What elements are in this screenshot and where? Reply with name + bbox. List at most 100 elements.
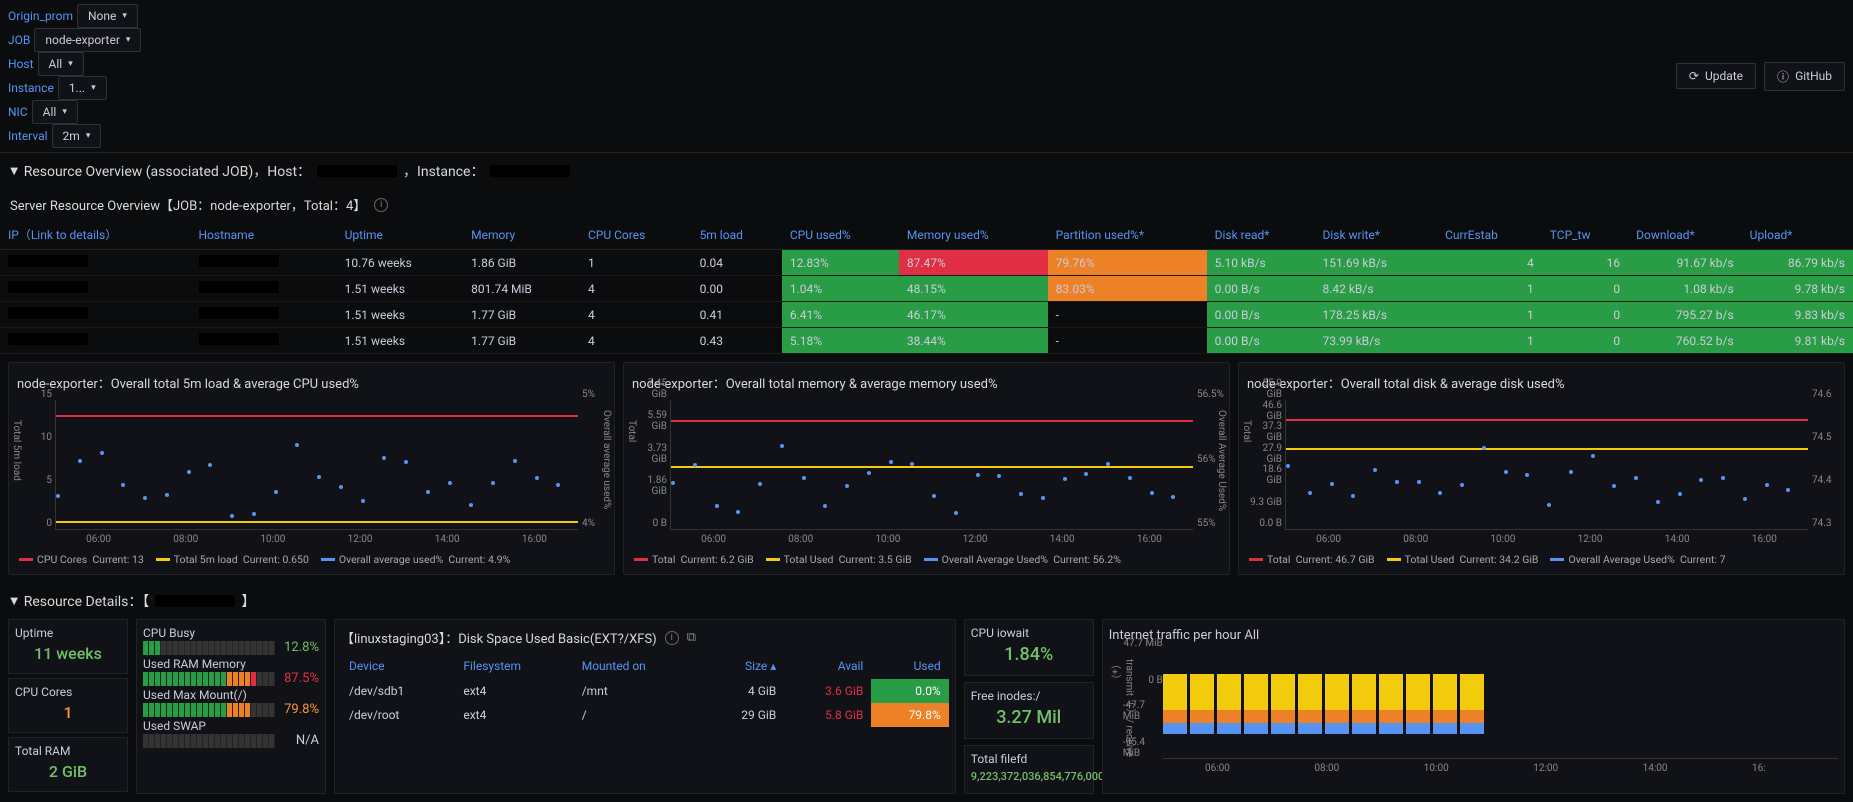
- info-icon[interactable]: i: [374, 198, 388, 212]
- col-header[interactable]: CurrEstab: [1437, 220, 1542, 250]
- external-link-icon[interactable]: ⧉: [687, 630, 696, 645]
- var-label-Instance: Instance: [8, 81, 54, 95]
- col-header[interactable]: Avail: [784, 653, 871, 679]
- chart-title: node-exporter：Overall total disk & avera…: [1245, 369, 1838, 400]
- table-row: /dev/rootext4/29 GiB 5.8 GiB 79.8%: [341, 703, 949, 727]
- col-header[interactable]: Device: [341, 653, 455, 679]
- ip-link[interactable]: [8, 333, 88, 345]
- col-header[interactable]: Disk write*: [1314, 220, 1437, 250]
- chevron-down-icon: ▾: [62, 107, 67, 117]
- traffic-bar: [1244, 674, 1268, 734]
- hostname: [199, 333, 279, 345]
- traffic-bar: [1271, 674, 1295, 734]
- legend-item[interactable]: Total 5m load Current: 0.650: [156, 553, 309, 566]
- traffic-bar: [1379, 674, 1403, 734]
- stat-side: CPU iowait1.84%: [964, 619, 1094, 676]
- col-header[interactable]: 5m load: [692, 220, 782, 250]
- gauge-label: Used Max Mount(/): [143, 688, 319, 702]
- table-row: 1.51 weeks1.77 GiB40.41 6.41% 46.17% - 0…: [0, 302, 1853, 328]
- gauge-label: CPU Busy: [143, 626, 319, 640]
- col-header[interactable]: CPU Cores: [580, 220, 692, 250]
- legend-item[interactable]: Total Current: 46.7 GiB: [1249, 553, 1375, 566]
- chart-title: node-exporter：Overall total memory & ave…: [630, 369, 1223, 400]
- traffic-bar: [1325, 674, 1349, 734]
- legend-item[interactable]: Overall Average Used% Current: 7: [1550, 553, 1725, 566]
- col-header[interactable]: Memory: [463, 220, 580, 250]
- github-icon: ⓘ: [1777, 68, 1789, 85]
- var-label-NIC: NIC: [8, 105, 28, 119]
- redacted-instance: [490, 165, 570, 177]
- variable-bar: Origin_prom None ▾ JOB node-exporter ▾Hos…: [0, 0, 1853, 153]
- stat-cores: CPU Cores1: [8, 678, 128, 733]
- var-select-NIC[interactable]: All ▾: [32, 100, 78, 124]
- chart-panel: node-exporter：Overall total memory & ave…: [623, 362, 1230, 575]
- redacted-host-2: [155, 595, 235, 607]
- gauge-label: Used SWAP: [143, 719, 319, 733]
- col-header[interactable]: Memory used%: [899, 220, 1048, 250]
- refresh-icon: ⟳: [1689, 69, 1699, 83]
- chevron-down-icon: ▾: [122, 11, 127, 21]
- chevron-down-icon: ▾: [91, 83, 96, 93]
- gauge-value: 87.5%: [281, 671, 319, 686]
- var-select-Instance[interactable]: 1... ▾: [58, 76, 107, 100]
- update-button[interactable]: ⟳Update: [1676, 63, 1756, 89]
- legend-item[interactable]: Total Used Current: 3.5 GiB: [766, 553, 912, 566]
- col-header[interactable]: Size ▴: [702, 653, 784, 679]
- row-resource-details[interactable]: ▶ Resource Details：【 】: [0, 583, 1853, 619]
- col-header[interactable]: Hostname: [191, 220, 337, 250]
- legend-item[interactable]: Overall Average Used% Current: 56.2%: [924, 553, 1121, 566]
- var-select-Host[interactable]: All ▾: [38, 52, 84, 76]
- col-header[interactable]: Upload*: [1742, 220, 1853, 250]
- row-resource-overview[interactable]: ▶ Resource Overview (associated JOB)，Hos…: [0, 153, 1853, 189]
- ip-link[interactable]: [8, 281, 88, 293]
- traffic-bar: [1190, 674, 1214, 734]
- col-header[interactable]: CPU used%: [782, 220, 899, 250]
- col-header[interactable]: Mounted on: [574, 653, 703, 679]
- table-row: /dev/sdb1ext4/mnt4 GiB 3.6 GiB 0.0%: [341, 679, 949, 703]
- var-label-JOB: JOB: [8, 33, 30, 47]
- legend-item[interactable]: Overall average used% Current: 4.9%: [321, 553, 510, 566]
- col-header[interactable]: IP（Link to details）: [0, 220, 191, 250]
- var-select-Origin_prom[interactable]: None ▾: [77, 4, 138, 28]
- traffic-bar: [1352, 674, 1376, 734]
- disk-panel-title: 【linuxstaging03】：Disk Space Used Basic(E…: [341, 628, 657, 647]
- gauge-value: 12.8%: [281, 640, 319, 655]
- var-select-Interval[interactable]: 2m ▾: [52, 124, 102, 148]
- col-header[interactable]: Used: [871, 653, 948, 679]
- chart-panel: node-exporter：Overall total 5m load & av…: [8, 362, 615, 575]
- hostname: [199, 255, 279, 267]
- col-header[interactable]: Uptime: [337, 220, 464, 250]
- chart-panel: node-exporter：Overall total disk & avera…: [1238, 362, 1845, 575]
- redacted-host: [317, 165, 397, 177]
- chevron-down-icon: ▶: [8, 597, 19, 605]
- legend-item[interactable]: CPU Cores Current: 13: [19, 553, 144, 566]
- traffic-bar: [1433, 674, 1457, 734]
- stat-side: Total filefd9,223,372,036,854,776,000: [964, 745, 1094, 794]
- var-select-JOB[interactable]: node-exporter ▾: [34, 28, 141, 52]
- col-header[interactable]: Download*: [1628, 220, 1742, 250]
- gauge-bar: [143, 641, 275, 655]
- legend-item[interactable]: Total Used Current: 34.2 GiB: [1387, 553, 1539, 566]
- traffic-bar: [1406, 674, 1430, 734]
- chart-title: node-exporter：Overall total 5m load & av…: [15, 369, 608, 400]
- chevron-down-icon: ▶: [8, 167, 19, 175]
- traffic-bar: [1298, 674, 1322, 734]
- chevron-down-icon: ▾: [86, 131, 91, 141]
- var-label-Origin_prom: Origin_prom: [8, 9, 73, 23]
- legend-item[interactable]: Total Current: 6.2 GiB: [634, 553, 754, 566]
- hostname: [199, 281, 279, 293]
- info-icon[interactable]: i: [665, 631, 679, 645]
- disk-panel: 【linuxstaging03】：Disk Space Used Basic(E…: [334, 619, 956, 794]
- col-header[interactable]: Filesystem: [455, 653, 573, 679]
- var-label-Host: Host: [8, 57, 34, 71]
- ip-link[interactable]: [8, 307, 88, 319]
- traffic-bar: [1163, 674, 1187, 734]
- gauge-label: Used RAM Memory: [143, 657, 319, 671]
- traffic-title: Internet traffic per hour All: [1109, 626, 1838, 649]
- col-header[interactable]: Disk read*: [1207, 220, 1315, 250]
- github-button[interactable]: ⓘGitHub: [1764, 62, 1845, 91]
- overview-table: IP（Link to details）HostnameUptimeMemoryC…: [0, 220, 1853, 354]
- col-header[interactable]: Partition used%*: [1048, 220, 1207, 250]
- col-header[interactable]: TCP_tw: [1542, 220, 1628, 250]
- ip-link[interactable]: [8, 255, 88, 267]
